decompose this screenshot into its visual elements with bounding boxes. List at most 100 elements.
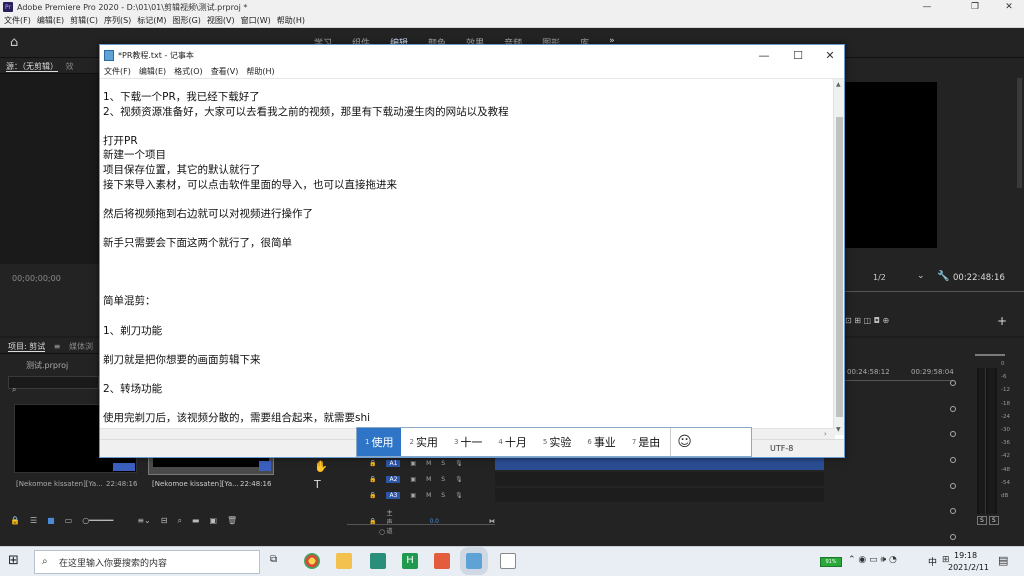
app-icon-h[interactable]: H: [402, 553, 418, 569]
program-scale-select[interactable]: 1/2: [873, 273, 886, 282]
find-icon[interactable]: ⌕: [177, 516, 181, 526]
file-explorer-icon[interactable]: [336, 553, 352, 569]
audio-meters-panel: 0 -6 -12 -18 -24 -30 -36 -42 -48 -54 dB S S: [965, 338, 1024, 546]
icon-view-icon[interactable]: ■: [47, 516, 55, 526]
lock-icon[interactable]: 🔒: [369, 476, 376, 483]
menu-window[interactable]: 窗口(W): [241, 15, 271, 26]
menu-edit[interactable]: 编辑(E): [139, 66, 166, 77]
ime-candidate-bar: 1 使用 2 实用 3 十一 4 十月 5 实验 6 事业 7 是由 ☺: [356, 427, 752, 457]
project-file-name: 测试.prproj: [26, 361, 69, 370]
notepad-taskbar-icon[interactable]: [460, 547, 488, 575]
type-tool-icon[interactable]: T: [314, 478, 321, 491]
notification-icon[interactable]: ▤: [998, 554, 1008, 567]
task-view-icon[interactable]: ⧉: [270, 554, 277, 565]
ime-candidate[interactable]: 1 使用: [357, 428, 402, 456]
restore-icon[interactable]: ❐: [960, 0, 990, 14]
sort-icon[interactable]: ≡⌄: [137, 516, 150, 526]
ime-candidate[interactable]: 2 实用: [401, 428, 445, 456]
text-line: 简单混剪：: [103, 295, 156, 308]
close-button[interactable]: ✕: [814, 45, 846, 65]
taskbar-search-input[interactable]: ⌕ 在这里输入你要搜索的内容: [34, 550, 260, 574]
document-icon[interactable]: [500, 553, 516, 569]
ime-candidate[interactable]: 4 十月: [490, 428, 534, 456]
ime-candidate[interactable]: 6 事业: [579, 428, 623, 456]
track-label[interactable]: A3: [386, 492, 401, 499]
menu-view[interactable]: 视图(V): [207, 15, 235, 26]
project-search-input[interactable]: ⌕: [8, 376, 99, 394]
clock-date[interactable]: 2021/2/11: [948, 563, 989, 572]
app-icon-red[interactable]: [434, 553, 450, 569]
minimize-icon[interactable]: —: [912, 0, 942, 14]
maximize-button[interactable]: ☐: [782, 45, 814, 65]
automate-icon[interactable]: ⊟: [161, 516, 168, 526]
chevron-down-icon[interactable]: ⌄: [917, 271, 925, 281]
scroll-down-icon[interactable]: ▼: [836, 426, 841, 433]
menu-help[interactable]: 帮助(H): [246, 66, 274, 77]
premiere-menu-bar: 文件(F) 编辑(E) 剪辑(C) 序列(S) 标记(M) 图形(G) 视图(V…: [0, 14, 1024, 28]
solo-right-button[interactable]: S: [988, 516, 999, 525]
effects-tab[interactable]: 效: [66, 62, 74, 71]
solo-left-button[interactable]: S: [977, 516, 987, 525]
menu-graphics[interactable]: 图形(G): [172, 15, 200, 26]
text-line: [103, 338, 835, 353]
battery-badge[interactable]: 91%: [820, 557, 842, 567]
export-frame-controls[interactable]: ⊡ ⊞ ◫ ◘ ⊕: [845, 316, 889, 325]
ime-candidate[interactable]: 7 是由: [624, 428, 668, 456]
input-language[interactable]: 中: [928, 555, 937, 568]
lock-icon[interactable]: 🔒: [369, 492, 376, 499]
audio-track-a2-area[interactable]: [495, 472, 824, 486]
close-icon[interactable]: ✕: [994, 0, 1024, 14]
track-label[interactable]: A1: [386, 460, 401, 467]
vertical-scrollbar[interactable]: ▲ ▼: [833, 79, 844, 435]
premiere-window-title: Adobe Premiere Pro 2020 - D:\01\01\剪辑视频\…: [17, 2, 248, 12]
hand-tool-icon[interactable]: ✋: [314, 460, 328, 473]
search-icon: ⌕: [42, 556, 48, 567]
trash-icon[interactable]: 🗑: [227, 516, 237, 526]
sync-icon[interactable]: ▣: [410, 492, 416, 499]
menu-edit[interactable]: 编辑(E): [37, 15, 64, 26]
notepad-text-area[interactable]: 1、下载一个PR，我已经下载好了 2、视频资源准备好，大家可以去看我之前的视频，那…: [103, 81, 835, 431]
emoji-icon[interactable]: ☺: [677, 434, 692, 450]
ime-candidate[interactable]: 3 十一: [446, 428, 490, 456]
zoom-handle-icon[interactable]: ○: [379, 528, 385, 536]
track-label[interactable]: A2: [386, 476, 401, 483]
scroll-right-icon[interactable]: ›: [824, 430, 827, 438]
windows-start-icon[interactable]: ⊞: [8, 553, 19, 568]
menu-lines-icon[interactable]: ≡: [54, 342, 61, 351]
media-browser-tab[interactable]: 媒体浏: [69, 342, 93, 351]
home-icon[interactable]: ⌂: [10, 35, 18, 50]
menu-clip[interactable]: 剪辑(C): [70, 15, 98, 26]
menu-file[interactable]: 文件(F): [104, 66, 131, 77]
app-icon-teal[interactable]: [370, 553, 386, 569]
lock-icon[interactable]: 🔒: [369, 460, 376, 467]
sync-icon[interactable]: ▣: [410, 460, 416, 467]
chrome-icon[interactable]: [304, 553, 320, 569]
freeform-view-icon[interactable]: ▭: [65, 516, 73, 526]
menu-sequence[interactable]: 序列(S): [104, 15, 131, 26]
scroll-thumb[interactable]: [836, 117, 843, 417]
menu-format[interactable]: 格式(O): [174, 66, 203, 77]
list-view-icon[interactable]: ☰: [30, 516, 37, 526]
clip-name: [Nekomoe kissaten][Ya...: [152, 480, 239, 488]
wrench-icon[interactable]: 🔧: [937, 271, 949, 282]
minimize-button[interactable]: —: [748, 45, 780, 65]
new-item-icon[interactable]: ▣: [209, 516, 217, 526]
audio-clip-a1[interactable]: [495, 456, 824, 470]
project-tab[interactable]: 项目: 剪试: [8, 342, 46, 352]
menu-markers[interactable]: 标记(M): [137, 15, 166, 26]
menu-help[interactable]: 帮助(H): [277, 15, 305, 26]
source-tab[interactable]: 源：（无剪辑）: [6, 62, 58, 72]
zoom-slider[interactable]: ○━━━━━: [82, 516, 113, 526]
menu-view[interactable]: 查看(V): [211, 66, 239, 77]
add-button-icon[interactable]: +: [997, 314, 1007, 328]
tray-icons[interactable]: ⌃ ◉ ▭ 🕪 ◔: [848, 555, 897, 565]
clock-time[interactable]: 19:18: [954, 551, 977, 560]
audio-track-a3-area[interactable]: [495, 488, 824, 502]
scroll-up-icon[interactable]: ▲: [836, 81, 841, 88]
ime-candidate[interactable]: 5 实验: [535, 428, 579, 456]
menu-file[interactable]: 文件(F): [4, 15, 31, 26]
sync-icon[interactable]: ▣: [410, 476, 416, 483]
new-bin-icon[interactable]: ▬: [192, 516, 200, 526]
program-scrollbar[interactable]: [1017, 78, 1022, 188]
lock-icon[interactable]: 🔒: [10, 516, 20, 526]
